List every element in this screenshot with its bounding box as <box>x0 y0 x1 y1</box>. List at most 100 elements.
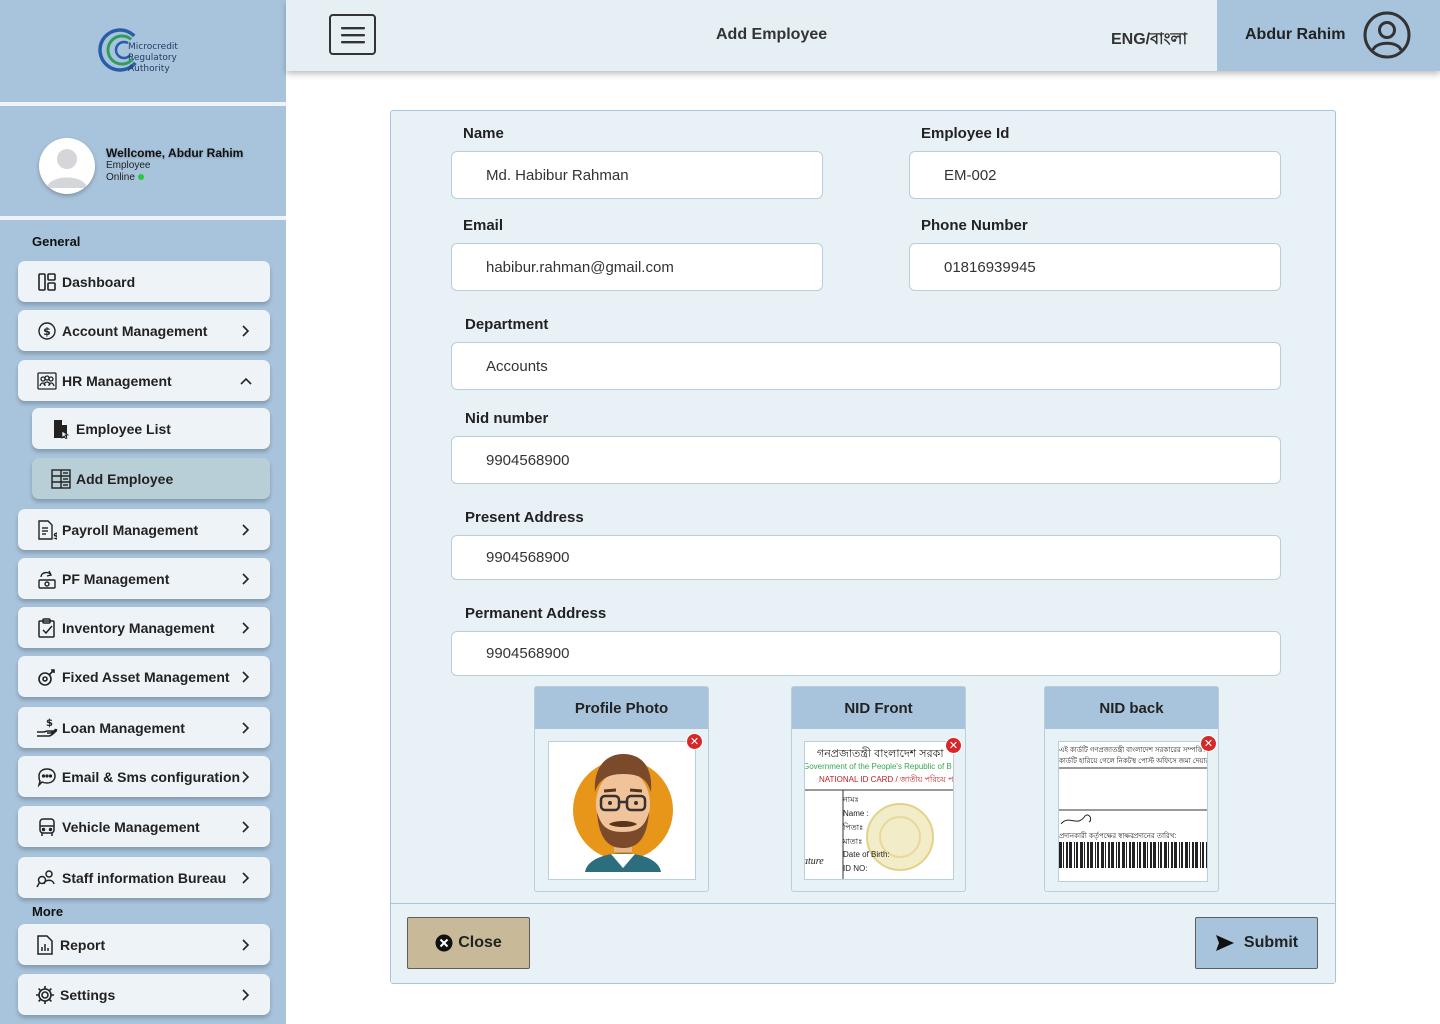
user-info: Wellcome, Abdur Rahim Employee Online <box>0 110 286 220</box>
sidebar-item-payroll-management[interactable]: $ Payroll Management <box>18 509 270 550</box>
chevron-right-icon <box>240 621 252 634</box>
name-input[interactable]: Md. Habibur Rahman <box>451 151 823 199</box>
barcode-stripe <box>1111 842 1114 868</box>
sidebar-item-email-sms-configuration[interactable]: Email & Sms configuration <box>18 756 270 797</box>
user-menu[interactable]: Abdur Rahim <box>1217 0 1440 71</box>
sidebar-subitem-employee-list[interactable]: Employee List <box>32 408 270 449</box>
profile-photo-upload[interactable]: Profile Photo ✕ <box>534 686 709 892</box>
sidebar-item-label: Account Management <box>62 322 208 339</box>
email-label: Email <box>463 217 504 234</box>
bus-icon <box>36 816 58 838</box>
barcode-stripe <box>1105 842 1106 868</box>
logo-text-line: Authority <box>128 64 170 74</box>
chevron-right-icon <box>240 820 252 833</box>
barcode-stripe <box>1164 842 1167 868</box>
report-icon <box>34 934 56 956</box>
mra-logo[interactable]: Microcredit Regulatory Authority <box>98 26 188 82</box>
chevron-right-icon <box>240 324 252 337</box>
remove-nid-back-button[interactable]: ✕ <box>1200 735 1217 752</box>
nid-field: Name : <box>843 809 869 818</box>
user-profile-icon[interactable] <box>1363 11 1411 59</box>
barcode-stripe <box>1063 842 1064 868</box>
add-employee-form: Name Md. Habibur Rahman Employee Id EM-0… <box>390 110 1336 984</box>
barcode-stripe <box>1101 842 1104 868</box>
nid-input[interactable]: 9904568900 <box>451 436 1281 484</box>
nid-front-card-type: NATIONAL ID CARD / জাতীয় পরিচয় প <box>819 775 954 784</box>
sidebar-item-pf-management[interactable]: PF Management <box>18 558 270 599</box>
barcode-stripe <box>1116 842 1117 868</box>
barcode-stripe <box>1192 842 1194 868</box>
file-cursor-icon <box>50 418 72 440</box>
remove-profile-photo-button[interactable]: ✕ <box>686 733 703 750</box>
sidebar-item-hr-management[interactable]: HR Management <box>18 360 270 401</box>
user-avatar-icon <box>47 149 87 188</box>
email-input[interactable]: habibur.rahman@gmail.com <box>451 243 823 291</box>
sidebar-item-vehicle-management[interactable]: Vehicle Management <box>18 806 270 847</box>
nid-front-upload[interactable]: NID Front গনপ্রজাতন্ত্রী বাংলাদেশ সরকা G… <box>791 686 966 892</box>
barcode-stripe <box>1069 842 1072 868</box>
sidebar-item-label: Vehicle Management <box>62 818 200 835</box>
sidebar-item-label: Fixed Asset Management <box>62 668 230 685</box>
barcode-stripe <box>1059 842 1062 868</box>
sidebar-item-fixed-asset-management[interactable]: Fixed Asset Management <box>18 656 270 697</box>
barcode-stripe <box>1066 842 1068 868</box>
submit-button[interactable]: Submit <box>1195 917 1318 969</box>
barcode-stripe <box>1189 842 1190 868</box>
permanent-address-input[interactable]: 9904568900 <box>451 631 1281 676</box>
sidebar-item-settings[interactable]: Settings <box>18 974 270 1015</box>
barcode-stripe <box>1126 842 1127 868</box>
sidebar-item-staff-information-bureau[interactable]: Staff information Bureau <box>18 857 270 898</box>
barcode-stripe <box>1147 842 1148 868</box>
form-grid-icon <box>50 468 72 490</box>
submit-button-label: Submit <box>1243 934 1299 951</box>
sidebar-item-dashboard[interactable]: Dashboard <box>18 261 270 302</box>
employee-id-input[interactable]: EM-002 <box>909 151 1281 199</box>
sidebar-item-inventory-management[interactable]: Inventory Management <box>18 607 270 648</box>
remove-nid-front-button[interactable]: ✕ <box>945 737 962 754</box>
permanent-address-label: Permanent Address <box>465 605 607 622</box>
svg-text:$: $ <box>43 325 51 338</box>
sidebar-item-label: Dashboard <box>62 273 136 290</box>
sidebar-item-label: PF Management <box>62 570 170 587</box>
online-status: Online <box>106 172 144 183</box>
sidebar-item-label: Staff information Bureau <box>62 869 227 886</box>
sidebar-item-report[interactable]: Report <box>18 924 270 965</box>
sidebar-item-label: Loan Management <box>62 719 185 736</box>
sidebar-subitem-add-employee[interactable]: Add Employee <box>32 458 270 499</box>
nid-back-signatory: প্রদানকারী কর্তৃপক্ষের স্বাক্ষর <box>1059 833 1134 840</box>
online-dot-icon <box>137 174 144 180</box>
dashboard-icon <box>36 271 58 293</box>
section-more: More <box>32 904 64 919</box>
close-button[interactable]: Close <box>407 917 530 969</box>
welcome-text: Wellcome, Abdur Rahim <box>106 146 244 160</box>
barcode-stripe <box>1076 842 1078 868</box>
barcode-stripe <box>1185 842 1188 868</box>
chat-bubble-icon <box>36 766 58 788</box>
sidebar-item-account-management[interactable]: $ Account Management <box>18 310 270 351</box>
department-input[interactable]: Accounts <box>451 342 1281 390</box>
nid-back-upload[interactable]: NID back এই কার্ডটি গণপ্রজাতন্ত্রী বাংলা… <box>1044 686 1219 892</box>
staff-search-icon <box>36 867 58 889</box>
hamburger-menu-button[interactable] <box>329 14 376 55</box>
nid-field: ID NO: <box>843 864 868 873</box>
barcode-stripe <box>1122 842 1125 868</box>
profile-avatar-illustration <box>573 754 673 872</box>
barcode-stripe <box>1150 842 1152 868</box>
section-general: General <box>32 234 81 249</box>
nid-field: Date of Birth: <box>843 850 890 859</box>
page-title: Add Employee <box>716 26 828 43</box>
phone-input[interactable]: 01816939945 <box>909 243 1281 291</box>
present-address-input[interactable]: 9904568900 <box>451 535 1281 580</box>
sidebar-item-loan-management[interactable]: $ Loan Management <box>18 707 270 748</box>
sidebar: Microcredit Regulatory Authority Wellcom… <box>0 0 286 1024</box>
nid-signature-fragment: ature <box>804 856 824 867</box>
barcode-stripe <box>1160 842 1162 868</box>
nid-field: মাতাঃ <box>843 837 863 846</box>
language-toggle[interactable]: ENG/বাংলা <box>1111 26 1187 53</box>
svg-text:$: $ <box>53 532 57 540</box>
chevron-right-icon <box>240 938 252 951</box>
send-icon <box>1215 935 1234 951</box>
close-circle-icon <box>435 934 453 952</box>
sidebar-item-label: Settings <box>60 986 116 1003</box>
nid-back-text: কার্ডটি হারিয়ে গেলে নিকটস্থ পোস্ট অফিসে… <box>1059 758 1208 765</box>
